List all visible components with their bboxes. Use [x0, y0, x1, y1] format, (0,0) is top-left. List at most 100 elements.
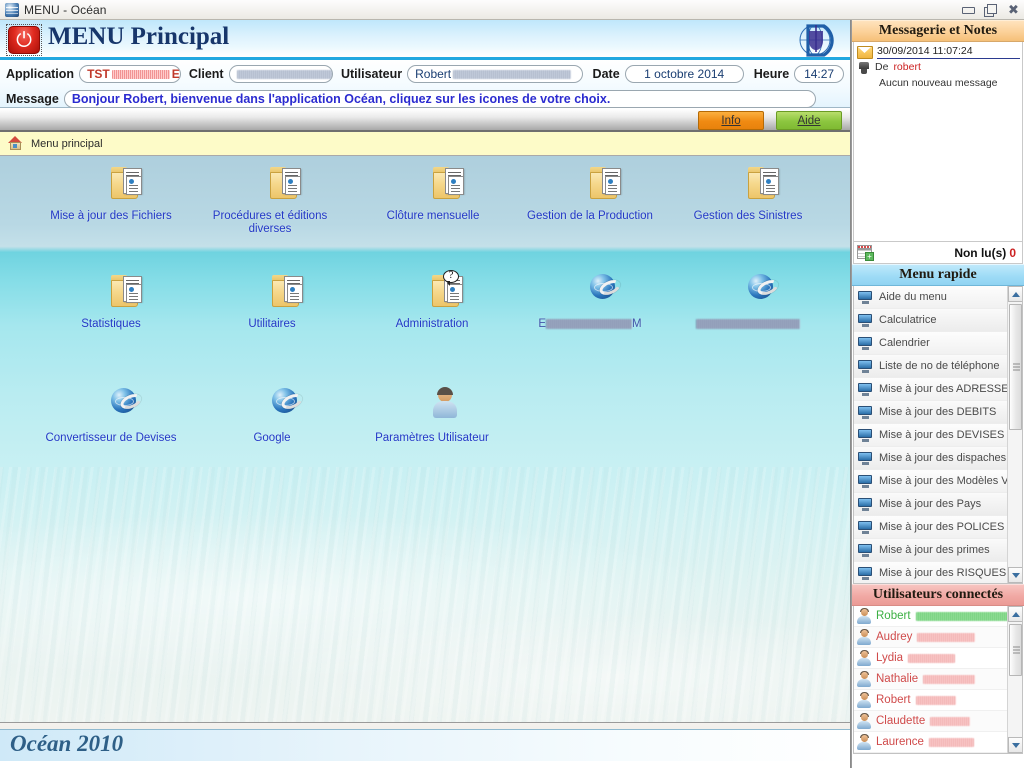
connected-users-list[interactable]: Robert Audrey Lydia Nathalie Robert Claudette…	[853, 606, 1023, 754]
quick-menu-item[interactable]: Mise à jour des POLICES	[854, 516, 1022, 539]
right-sidebar: Messagerie et Notes 30/09/2014 11:07:24 …	[851, 20, 1024, 768]
power-icon[interactable]	[6, 24, 42, 56]
left-pane: MENU Principal Application	[0, 20, 851, 768]
folder-documents-icon-wrapper: ?	[411, 270, 463, 316]
monitor-icon	[858, 497, 873, 511]
folder-documents-icon-wrapper	[727, 166, 779, 208]
connected-user-name: Lydia	[876, 652, 904, 664]
desktop-icon-label: Clôture mensuelle	[386, 210, 480, 222]
desktop-icon[interactable]: Gestion des Sinistres	[678, 166, 818, 223]
person-icon	[857, 691, 871, 708]
desktop-icon-label: EM	[538, 318, 642, 330]
quick-menu-item[interactable]: Calendrier	[854, 332, 1022, 355]
client-area: MENU Principal Application	[0, 20, 1024, 768]
desktop-icon[interactable]: Gestion de la Production	[520, 166, 660, 223]
quick-menu-item[interactable]: Liste de no de téléphone	[854, 355, 1022, 378]
connected-user-item[interactable]: Lydia	[854, 648, 1022, 669]
calendar-add-icon[interactable]: +	[857, 245, 874, 261]
person-icon	[857, 670, 871, 687]
d-shield-logo	[794, 21, 846, 61]
monitor-icon	[858, 474, 873, 488]
user-settings-icon-wrapper	[411, 387, 457, 430]
quick-menu-item[interactable]: Calculatrice	[854, 309, 1022, 332]
desktop-icon[interactable]: Google	[202, 388, 342, 445]
scroll-down-icon[interactable]	[1008, 567, 1022, 583]
heure-field[interactable]: 14:27	[794, 65, 844, 83]
desktop-icon[interactable]: ? Administration	[362, 270, 502, 331]
quick-menu-item[interactable]: Mise à jour des RISQUES	[854, 562, 1022, 583]
client-field[interactable]	[228, 65, 333, 83]
person-icon	[857, 649, 871, 666]
connected-user-name: Claudette	[876, 715, 926, 727]
monitor-icon	[858, 382, 873, 396]
quick-menu-item[interactable]: Mise à jour des Pays	[854, 493, 1022, 516]
connected-user-redaction	[928, 737, 974, 747]
scroll-up-icon[interactable]	[1008, 286, 1022, 302]
messagerie-header: Messagerie et Notes	[852, 20, 1024, 42]
connected-user-item[interactable]: Audrey	[854, 627, 1022, 648]
monitor-icon	[858, 520, 873, 534]
desktop-icon[interactable]: Clôture mensuelle	[363, 166, 503, 223]
fields-row-2: Message Bonjour Robert, bienvenue dans l…	[6, 88, 844, 110]
quick-menu-list[interactable]: Aide du menu Calculatrice Calendrier Liste …	[853, 286, 1023, 584]
connected-user-item[interactable]: Robert	[854, 690, 1022, 711]
info-button[interactable]: Info	[698, 111, 764, 130]
connected-users-header: Utilisateurs connectés	[852, 584, 1024, 606]
aide-button[interactable]: Aide	[776, 111, 842, 130]
quick-menu-item[interactable]: Mise à jour des DEVISES	[854, 424, 1022, 447]
quick-menu-item-label: Mise à jour des Pays	[879, 498, 982, 510]
internet-globe-icon-wrapper	[569, 274, 623, 316]
desktop-icon[interactable]: Paramètres Utilisateur	[362, 387, 502, 445]
folder-documents-icon-wrapper	[249, 166, 301, 208]
folder-documents-icon-wrapper	[251, 274, 303, 316]
desktop-icon[interactable]: Statistiques	[41, 274, 181, 331]
desktop-icon-label: Google	[253, 432, 291, 444]
quick-menu-item[interactable]: Mise à jour des primes	[854, 539, 1022, 562]
desktop-icon[interactable]: Convertisseur de Devises	[41, 388, 181, 445]
person-icon	[857, 628, 871, 645]
date-field[interactable]: 1 octobre 2014	[624, 65, 744, 83]
application-field[interactable]: TST E	[79, 65, 181, 83]
quick-menu-item[interactable]: Aide du menu	[854, 286, 1022, 309]
fields-row-1: Application TST E Client Utilisateur Rob…	[6, 63, 844, 85]
quick-menu-item-label: Mise à jour des DEVISES	[879, 429, 1005, 441]
connected-users-scrollbar[interactable]	[1007, 606, 1022, 753]
minimize-icon[interactable]	[961, 4, 975, 17]
folder-documents-icon-wrapper	[412, 166, 464, 208]
monitor-icon	[858, 336, 873, 350]
connected-user-item[interactable]: Laurence	[854, 732, 1022, 753]
desktop-icon-label: Mise à jour des Fichiers	[50, 210, 172, 222]
breadcrumb[interactable]: Menu principal	[0, 132, 850, 156]
utilisateur-field[interactable]: Robert	[407, 65, 583, 83]
connected-user-name: Audrey	[876, 631, 913, 643]
desktop-icon[interactable]: Procédures et éditions diverses	[200, 166, 340, 236]
users-scroll-thumb[interactable]	[1009, 624, 1022, 676]
messagerie-body: Aucun nouveau message	[879, 77, 998, 89]
quick-menu-item[interactable]: Mise à jour des dispaches	[854, 447, 1022, 470]
connected-user-item[interactable]: Nathalie	[854, 669, 1022, 690]
desktop-icon[interactable]: EM	[520, 274, 660, 331]
messagerie-panel[interactable]: 30/09/2014 11:07:24 De robert Aucun nouve…	[853, 42, 1023, 242]
desktop-icon[interactable]: Utilitaires	[202, 274, 342, 331]
message-field: Bonjour Robert, bienvenue dans l'applica…	[63, 90, 816, 108]
quick-menu-item[interactable]: Mise à jour des DEBITS	[854, 401, 1022, 424]
quick-menu-item-label: Aide du menu	[879, 291, 947, 303]
quick-menu-item-label: Mise à jour des POLICES	[879, 521, 1005, 533]
app-header: MENU Principal	[0, 20, 850, 60]
desktop-icon[interactable]	[678, 274, 818, 331]
users-scroll-down-icon[interactable]	[1008, 737, 1022, 753]
close-icon[interactable]: ✖	[1007, 4, 1020, 17]
application-window: MENU - Océan ✖ MENU Principal	[0, 0, 1024, 768]
scroll-thumb[interactable]	[1009, 304, 1022, 430]
quick-menu-scrollbar[interactable]	[1007, 286, 1022, 583]
application-label: Application	[6, 67, 75, 81]
quick-menu-item[interactable]: Mise à jour des Modèles V	[854, 470, 1022, 493]
connected-user-item[interactable]: Claudette	[854, 711, 1022, 732]
help-bubble-icon[interactable]: ?	[443, 270, 459, 286]
quick-menu-item[interactable]: Mise à jour des ADRESSES	[854, 378, 1022, 401]
monitor-icon	[858, 451, 873, 465]
restore-icon[interactable]	[984, 3, 997, 17]
connected-user-item[interactable]: Robert	[854, 606, 1022, 627]
users-scroll-up-icon[interactable]	[1008, 606, 1022, 622]
desktop-icon[interactable]: Mise à jour des Fichiers	[41, 166, 181, 223]
